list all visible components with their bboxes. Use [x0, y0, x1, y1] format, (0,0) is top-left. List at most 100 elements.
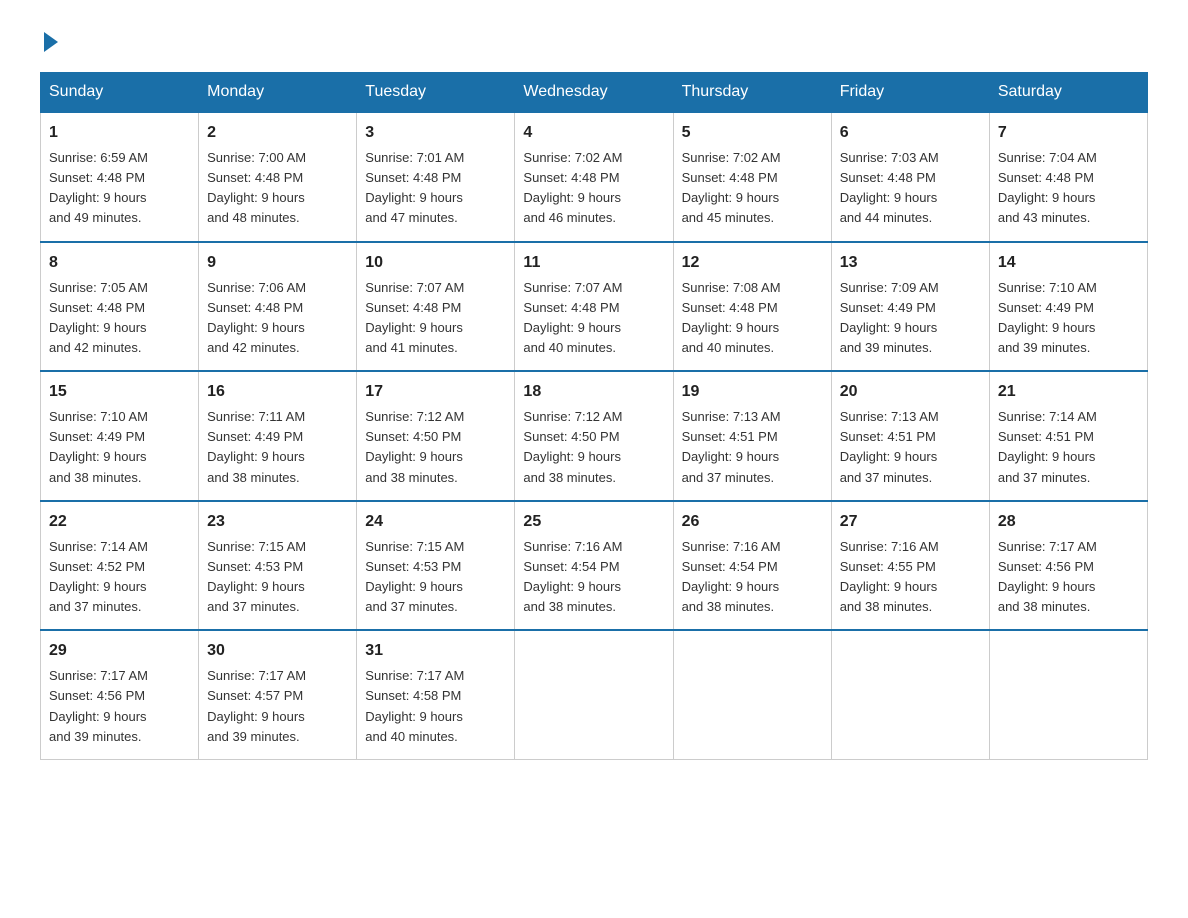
calendar-body: 1 Sunrise: 6:59 AMSunset: 4:48 PMDayligh… [41, 112, 1148, 759]
day-info: Sunrise: 7:07 AMSunset: 4:48 PMDaylight:… [365, 280, 464, 355]
day-info: Sunrise: 7:07 AMSunset: 4:48 PMDaylight:… [523, 280, 622, 355]
calendar-day-cell: 17 Sunrise: 7:12 AMSunset: 4:50 PMDaylig… [357, 371, 515, 501]
day-number: 11 [523, 251, 664, 275]
day-info: Sunrise: 7:14 AMSunset: 4:51 PMDaylight:… [998, 409, 1097, 484]
calendar-week-row: 8 Sunrise: 7:05 AMSunset: 4:48 PMDayligh… [41, 242, 1148, 372]
day-number: 18 [523, 380, 664, 404]
day-number: 27 [840, 510, 981, 534]
calendar-week-row: 29 Sunrise: 7:17 AMSunset: 4:56 PMDaylig… [41, 630, 1148, 759]
calendar-day-cell: 3 Sunrise: 7:01 AMSunset: 4:48 PMDayligh… [357, 112, 515, 242]
calendar-day-cell: 19 Sunrise: 7:13 AMSunset: 4:51 PMDaylig… [673, 371, 831, 501]
day-info: Sunrise: 7:06 AMSunset: 4:48 PMDaylight:… [207, 280, 306, 355]
calendar-day-cell [831, 630, 989, 759]
day-number: 20 [840, 380, 981, 404]
calendar-day-cell: 27 Sunrise: 7:16 AMSunset: 4:55 PMDaylig… [831, 501, 989, 631]
calendar-day-cell [673, 630, 831, 759]
weekday-header-cell: Friday [831, 73, 989, 113]
page-header [40, 30, 1148, 52]
calendar-day-cell: 15 Sunrise: 7:10 AMSunset: 4:49 PMDaylig… [41, 371, 199, 501]
day-info: Sunrise: 7:16 AMSunset: 4:54 PMDaylight:… [682, 539, 781, 614]
calendar-day-cell: 4 Sunrise: 7:02 AMSunset: 4:48 PMDayligh… [515, 112, 673, 242]
day-info: Sunrise: 7:09 AMSunset: 4:49 PMDaylight:… [840, 280, 939, 355]
calendar-day-cell: 31 Sunrise: 7:17 AMSunset: 4:58 PMDaylig… [357, 630, 515, 759]
day-info: Sunrise: 7:15 AMSunset: 4:53 PMDaylight:… [365, 539, 464, 614]
day-info: Sunrise: 7:13 AMSunset: 4:51 PMDaylight:… [840, 409, 939, 484]
day-number: 9 [207, 251, 348, 275]
day-info: Sunrise: 7:14 AMSunset: 4:52 PMDaylight:… [49, 539, 148, 614]
day-info: Sunrise: 7:17 AMSunset: 4:56 PMDaylight:… [998, 539, 1097, 614]
calendar-day-cell: 20 Sunrise: 7:13 AMSunset: 4:51 PMDaylig… [831, 371, 989, 501]
calendar-table: SundayMondayTuesdayWednesdayThursdayFrid… [40, 72, 1148, 760]
day-number: 8 [49, 251, 190, 275]
day-info: Sunrise: 7:16 AMSunset: 4:55 PMDaylight:… [840, 539, 939, 614]
calendar-week-row: 1 Sunrise: 6:59 AMSunset: 4:48 PMDayligh… [41, 112, 1148, 242]
day-number: 13 [840, 251, 981, 275]
day-info: Sunrise: 7:02 AMSunset: 4:48 PMDaylight:… [682, 150, 781, 225]
day-number: 19 [682, 380, 823, 404]
calendar-day-cell: 10 Sunrise: 7:07 AMSunset: 4:48 PMDaylig… [357, 242, 515, 372]
weekday-header-cell: Thursday [673, 73, 831, 113]
day-info: Sunrise: 7:15 AMSunset: 4:53 PMDaylight:… [207, 539, 306, 614]
day-number: 15 [49, 380, 190, 404]
weekday-header-row: SundayMondayTuesdayWednesdayThursdayFrid… [41, 73, 1148, 113]
calendar-day-cell: 13 Sunrise: 7:09 AMSunset: 4:49 PMDaylig… [831, 242, 989, 372]
day-info: Sunrise: 7:17 AMSunset: 4:56 PMDaylight:… [49, 668, 148, 743]
day-info: Sunrise: 7:16 AMSunset: 4:54 PMDaylight:… [523, 539, 622, 614]
calendar-day-cell: 18 Sunrise: 7:12 AMSunset: 4:50 PMDaylig… [515, 371, 673, 501]
day-number: 6 [840, 121, 981, 145]
day-number: 23 [207, 510, 348, 534]
day-info: Sunrise: 7:12 AMSunset: 4:50 PMDaylight:… [365, 409, 464, 484]
day-number: 4 [523, 121, 664, 145]
day-number: 30 [207, 639, 348, 663]
calendar-day-cell: 28 Sunrise: 7:17 AMSunset: 4:56 PMDaylig… [989, 501, 1147, 631]
calendar-day-cell: 24 Sunrise: 7:15 AMSunset: 4:53 PMDaylig… [357, 501, 515, 631]
day-number: 26 [682, 510, 823, 534]
calendar-day-cell: 21 Sunrise: 7:14 AMSunset: 4:51 PMDaylig… [989, 371, 1147, 501]
day-number: 5 [682, 121, 823, 145]
day-number: 14 [998, 251, 1139, 275]
calendar-day-cell: 1 Sunrise: 6:59 AMSunset: 4:48 PMDayligh… [41, 112, 199, 242]
day-info: Sunrise: 7:05 AMSunset: 4:48 PMDaylight:… [49, 280, 148, 355]
calendar-day-cell: 2 Sunrise: 7:00 AMSunset: 4:48 PMDayligh… [199, 112, 357, 242]
day-number: 1 [49, 121, 190, 145]
weekday-header-cell: Monday [199, 73, 357, 113]
day-number: 21 [998, 380, 1139, 404]
calendar-day-cell: 16 Sunrise: 7:11 AMSunset: 4:49 PMDaylig… [199, 371, 357, 501]
day-info: Sunrise: 7:03 AMSunset: 4:48 PMDaylight:… [840, 150, 939, 225]
weekday-header-cell: Wednesday [515, 73, 673, 113]
calendar-day-cell [515, 630, 673, 759]
day-number: 12 [682, 251, 823, 275]
calendar-day-cell: 22 Sunrise: 7:14 AMSunset: 4:52 PMDaylig… [41, 501, 199, 631]
day-number: 22 [49, 510, 190, 534]
calendar-day-cell: 23 Sunrise: 7:15 AMSunset: 4:53 PMDaylig… [199, 501, 357, 631]
day-number: 31 [365, 639, 506, 663]
weekday-header-cell: Sunday [41, 73, 199, 113]
calendar-week-row: 22 Sunrise: 7:14 AMSunset: 4:52 PMDaylig… [41, 501, 1148, 631]
calendar-day-cell: 5 Sunrise: 7:02 AMSunset: 4:48 PMDayligh… [673, 112, 831, 242]
calendar-day-cell: 30 Sunrise: 7:17 AMSunset: 4:57 PMDaylig… [199, 630, 357, 759]
calendar-day-cell: 7 Sunrise: 7:04 AMSunset: 4:48 PMDayligh… [989, 112, 1147, 242]
calendar-day-cell: 29 Sunrise: 7:17 AMSunset: 4:56 PMDaylig… [41, 630, 199, 759]
day-number: 2 [207, 121, 348, 145]
day-number: 25 [523, 510, 664, 534]
day-info: Sunrise: 7:17 AMSunset: 4:57 PMDaylight:… [207, 668, 306, 743]
day-info: Sunrise: 7:01 AMSunset: 4:48 PMDaylight:… [365, 150, 464, 225]
calendar-day-cell: 26 Sunrise: 7:16 AMSunset: 4:54 PMDaylig… [673, 501, 831, 631]
calendar-day-cell: 14 Sunrise: 7:10 AMSunset: 4:49 PMDaylig… [989, 242, 1147, 372]
weekday-header-cell: Saturday [989, 73, 1147, 113]
day-info: Sunrise: 7:10 AMSunset: 4:49 PMDaylight:… [998, 280, 1097, 355]
logo-triangle-icon [44, 32, 58, 52]
day-info: Sunrise: 7:04 AMSunset: 4:48 PMDaylight:… [998, 150, 1097, 225]
day-info: Sunrise: 7:00 AMSunset: 4:48 PMDaylight:… [207, 150, 306, 225]
weekday-header-cell: Tuesday [357, 73, 515, 113]
day-info: Sunrise: 7:02 AMSunset: 4:48 PMDaylight:… [523, 150, 622, 225]
day-number: 16 [207, 380, 348, 404]
calendar-day-cell: 9 Sunrise: 7:06 AMSunset: 4:48 PMDayligh… [199, 242, 357, 372]
calendar-day-cell [989, 630, 1147, 759]
day-info: Sunrise: 7:11 AMSunset: 4:49 PMDaylight:… [207, 409, 305, 484]
day-number: 24 [365, 510, 506, 534]
day-number: 17 [365, 380, 506, 404]
calendar-week-row: 15 Sunrise: 7:10 AMSunset: 4:49 PMDaylig… [41, 371, 1148, 501]
day-info: Sunrise: 7:13 AMSunset: 4:51 PMDaylight:… [682, 409, 781, 484]
calendar-day-cell: 12 Sunrise: 7:08 AMSunset: 4:48 PMDaylig… [673, 242, 831, 372]
